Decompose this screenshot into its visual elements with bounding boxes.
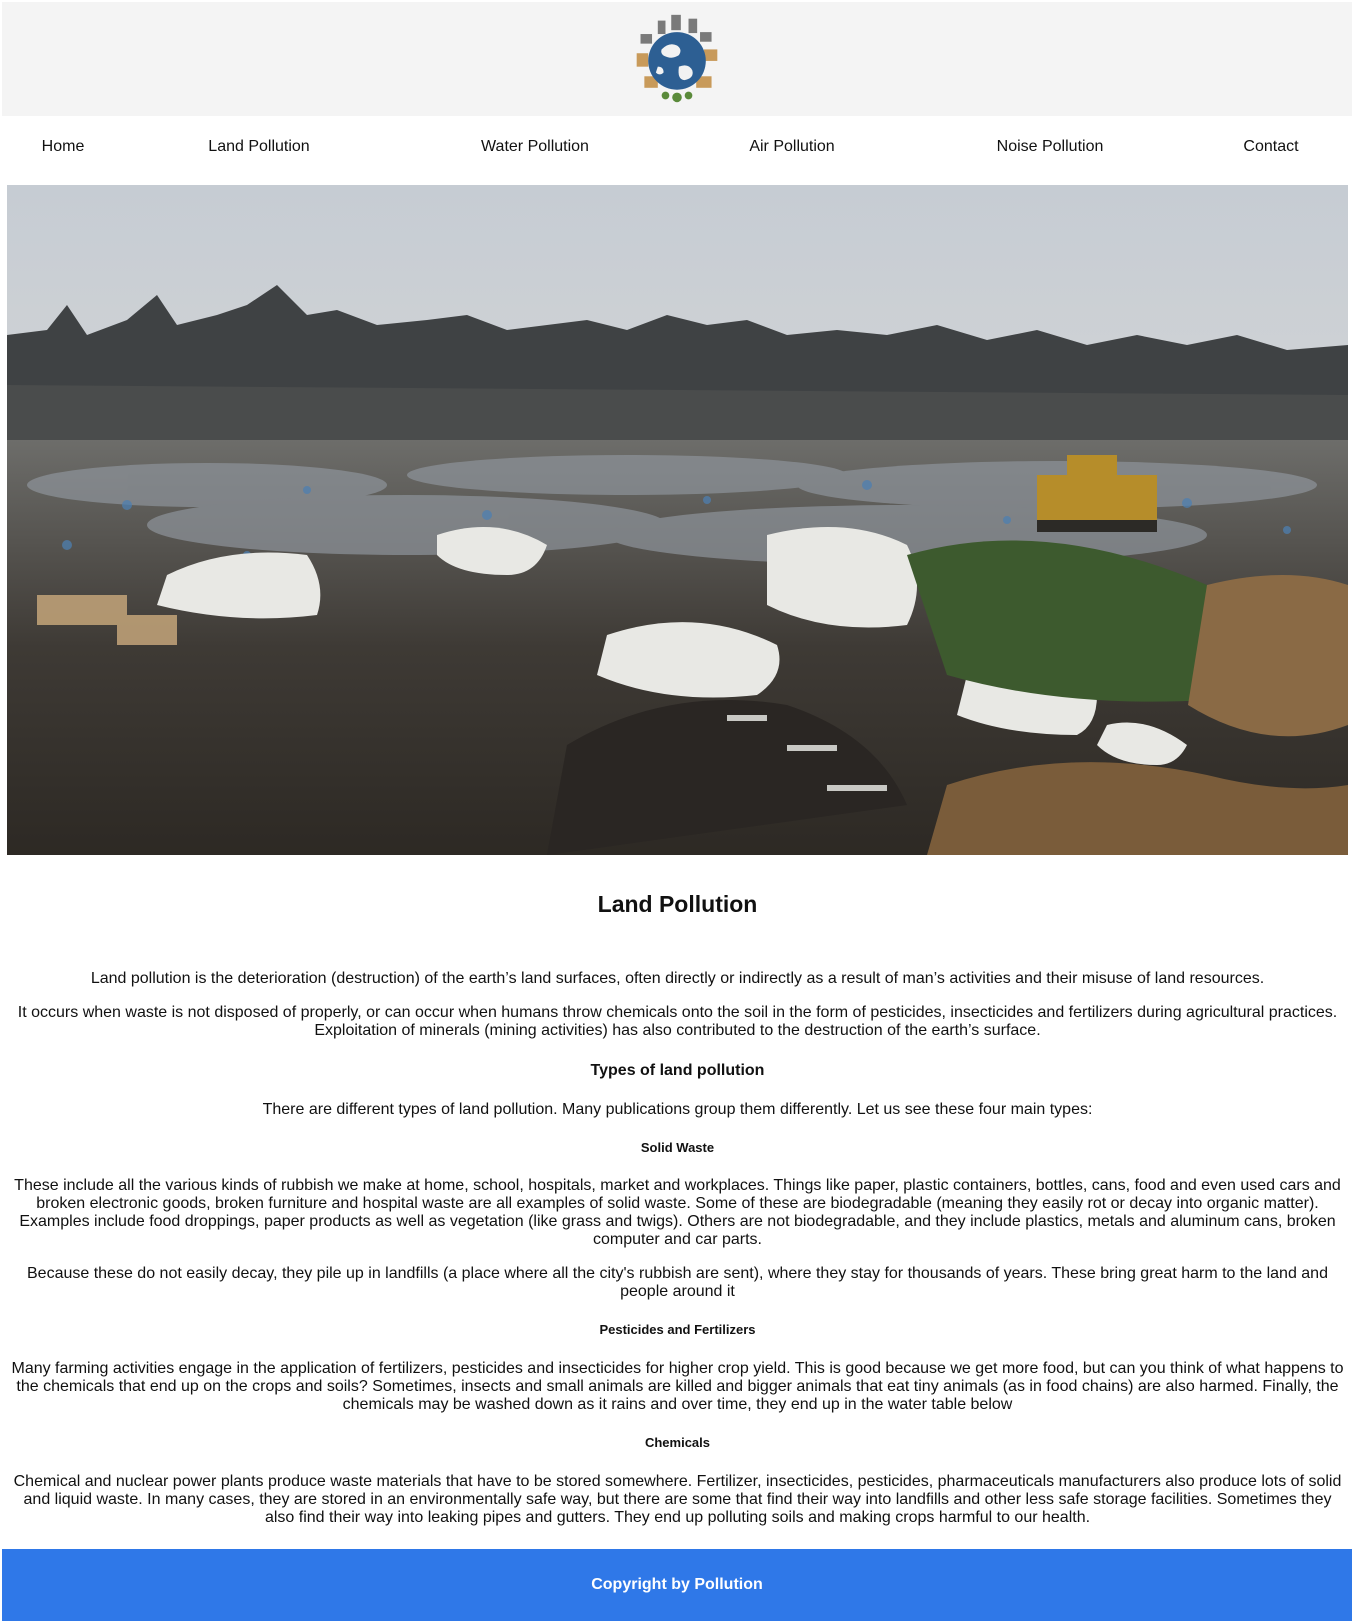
main-nav: Home Land Pollution Water Pollution Air …	[0, 116, 1352, 184]
types-intro-paragraph: There are different types of land pollut…	[262, 1100, 1093, 1118]
pesticides-paragraph: Many farming activities engage in the ap…	[11, 1359, 1344, 1413]
solid-waste-paragraph: Because these do not easily decay, they …	[27, 1264, 1328, 1300]
nav-item-contact[interactable]: Contact	[1243, 138, 1298, 156]
hero-landfill-image	[7, 185, 1348, 855]
nav-item-water-pollution[interactable]: Water Pollution	[481, 138, 589, 156]
nav-item-land-pollution[interactable]: Land Pollution	[208, 138, 309, 156]
intro-paragraph: It occurs when waste is not disposed of …	[17, 1003, 1338, 1039]
chemicals-heading: Chemicals	[644, 1434, 711, 1450]
solid-waste-paragraph: These include all the various kinds of r…	[14, 1176, 1341, 1248]
solid-waste-heading: Solid Waste	[640, 1139, 715, 1155]
site-header	[2, 2, 1352, 116]
intro-paragraph: Land pollution is the deterioration (des…	[90, 969, 1265, 987]
copyright-text: Copyright by Pollution	[591, 1576, 763, 1593]
nav-item-home[interactable]: Home	[42, 138, 85, 156]
nav-item-noise-pollution[interactable]: Noise Pollution	[997, 138, 1104, 156]
main-content: Land Pollution Land pollution is the det…	[7, 855, 1348, 1527]
globe-city-logo-icon[interactable]	[629, 11, 725, 107]
nav-item-air-pollution[interactable]: Air Pollution	[749, 138, 834, 156]
page-title: Land Pollution	[597, 891, 758, 917]
site-footer: Copyright by Pollution	[2, 1549, 1352, 1621]
chemicals-paragraph: Chemical and nuclear power plants produc…	[13, 1472, 1342, 1526]
pesticides-heading: Pesticides and Fertilizers	[599, 1321, 756, 1337]
types-heading: Types of land pollution	[590, 1061, 765, 1079]
landfill-photo	[7, 185, 1348, 855]
